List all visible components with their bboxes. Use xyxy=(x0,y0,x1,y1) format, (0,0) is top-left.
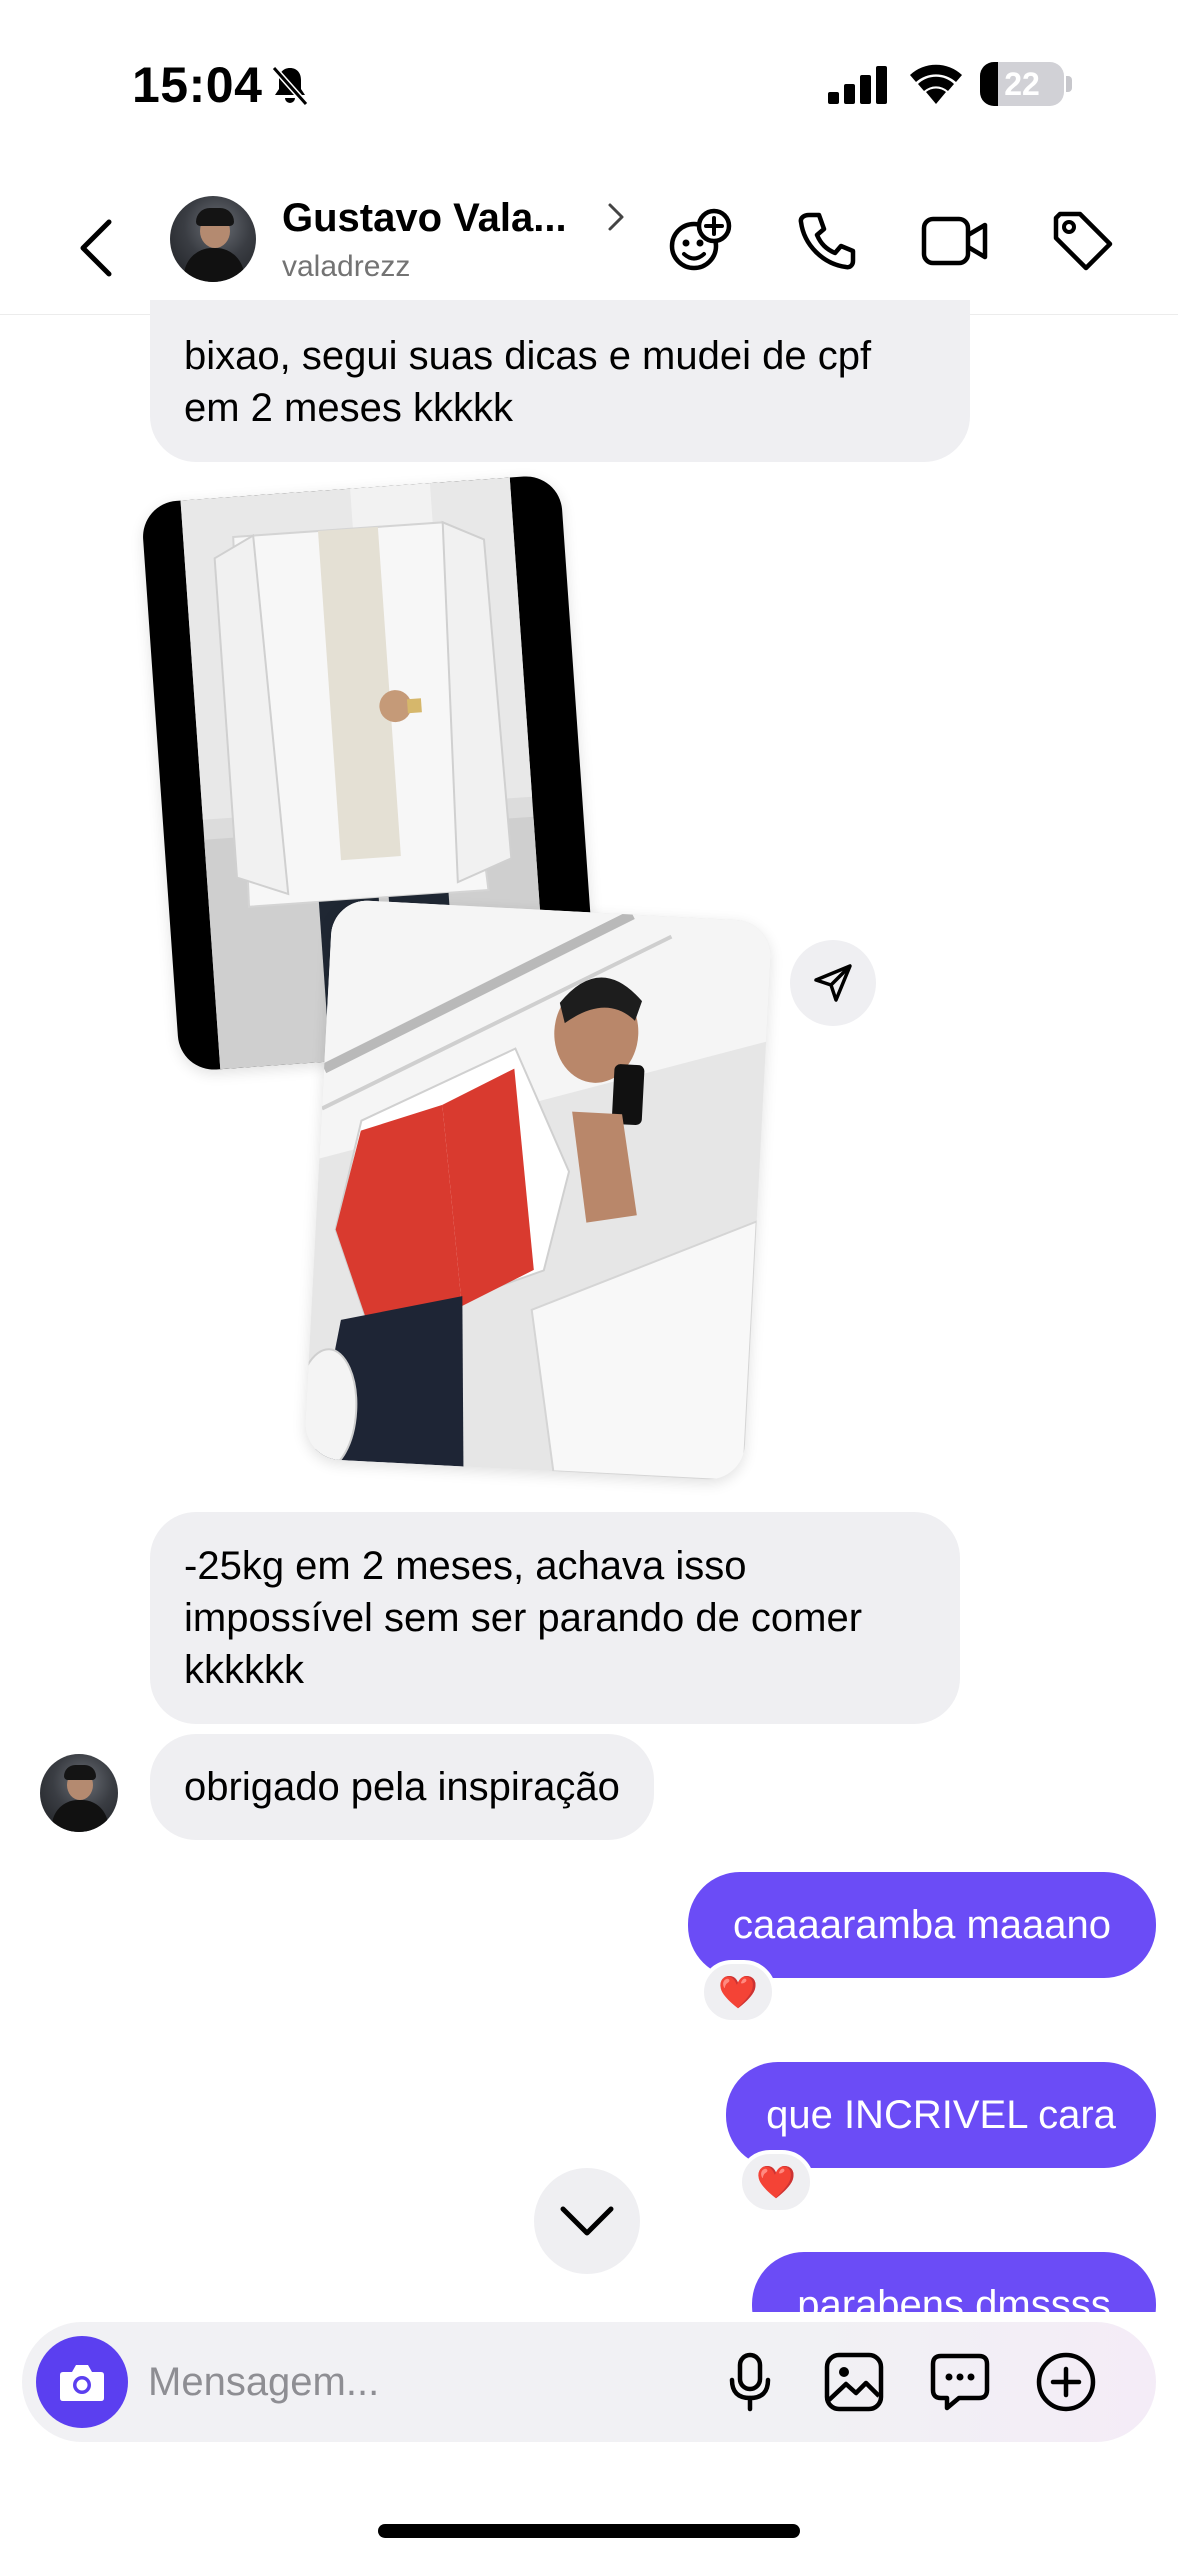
camera-button[interactable] xyxy=(36,2336,128,2428)
signal-icon xyxy=(828,66,887,104)
after-photo-image xyxy=(303,898,773,1482)
video-icon xyxy=(921,216,988,266)
sticker-button[interactable] xyxy=(922,2344,998,2420)
battery-level: 22 xyxy=(1004,66,1040,102)
sticker-icon xyxy=(930,2353,990,2411)
more-button[interactable] xyxy=(1028,2344,1104,2420)
chat-header: Gustavo Vala... valadrezz xyxy=(0,180,1178,315)
outgoing-message[interactable]: caaaaramba maaano xyxy=(688,1872,1156,1978)
message-text: obrigado pela inspiração xyxy=(184,1765,620,1809)
back-icon xyxy=(80,219,112,277)
gallery-button[interactable] xyxy=(816,2344,892,2420)
message-input[interactable] xyxy=(148,2346,708,2418)
back-button[interactable] xyxy=(68,208,124,288)
send-icon xyxy=(814,964,852,1002)
video-call-button[interactable] xyxy=(916,202,994,280)
after-photo[interactable] xyxy=(303,898,773,1482)
chevron-down-icon xyxy=(560,2206,614,2236)
effects-icon xyxy=(669,208,732,271)
home-indicator[interactable] xyxy=(378,2524,800,2538)
battery-icon: 22 xyxy=(980,62,1064,106)
wifi-icon xyxy=(910,64,962,104)
contact-username[interactable]: valadrezz xyxy=(282,250,410,284)
message-text: que INCRIVEL cara xyxy=(766,2093,1116,2137)
message-text: caaaaramba maaano xyxy=(732,1903,1112,1947)
effects-button[interactable] xyxy=(660,202,738,280)
scroll-to-bottom-button[interactable] xyxy=(534,2168,640,2274)
phone-icon xyxy=(798,212,856,270)
heart-icon: ❤️ xyxy=(756,2164,796,2200)
contact-avatar[interactable] xyxy=(170,196,256,282)
reaction-badge[interactable]: ❤️ xyxy=(700,1960,776,2024)
message-composer xyxy=(22,2322,1156,2442)
incoming-message[interactable]: -25kg em 2 meses, achava isso impossível… xyxy=(150,1512,960,1724)
heart-icon: ❤️ xyxy=(718,1974,758,2010)
tag-icon xyxy=(1053,211,1113,271)
voice-message-button[interactable] xyxy=(712,2344,788,2420)
bell-slash-icon xyxy=(271,66,309,106)
plus-icon xyxy=(1036,2352,1096,2412)
incoming-message[interactable]: bixao, segui suas dicas e mudei de cpf e… xyxy=(150,300,970,462)
reaction-badge[interactable]: ❤️ xyxy=(738,2150,814,2214)
message-text: bixao, segui suas dicas e mudei de cpf e… xyxy=(184,334,872,430)
microphone-icon xyxy=(729,2352,771,2412)
share-button[interactable] xyxy=(790,940,876,1026)
tag-button[interactable] xyxy=(1044,202,1122,280)
message-text: -25kg em 2 meses, achava isso impossível… xyxy=(184,1544,863,1692)
chevron-right-icon[interactable] xyxy=(606,202,626,232)
gallery-icon xyxy=(824,2352,884,2412)
incoming-message[interactable]: obrigado pela inspiração xyxy=(150,1734,654,1840)
status-bar: 15:04 22 xyxy=(0,0,1178,170)
voice-call-button[interactable] xyxy=(788,202,866,280)
sender-avatar[interactable] xyxy=(40,1754,118,1832)
status-time: 15:04 xyxy=(132,57,263,113)
contact-name[interactable]: Gustavo Vala... xyxy=(282,196,567,241)
battery-tip xyxy=(1066,76,1072,92)
camera-icon xyxy=(60,2365,104,2401)
